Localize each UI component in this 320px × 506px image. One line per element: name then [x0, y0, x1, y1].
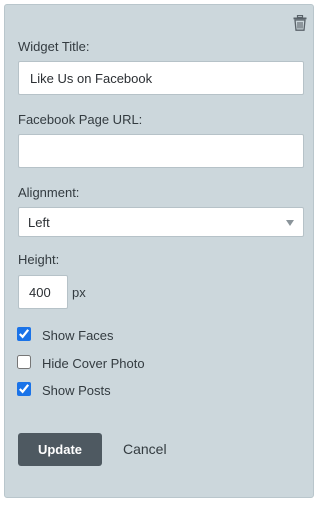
alignment-select[interactable]: Left — [18, 207, 304, 237]
alignment-label: Alignment: — [18, 185, 80, 200]
trash-icon[interactable] — [293, 14, 307, 31]
page-url-input[interactable] — [18, 134, 304, 168]
update-button[interactable]: Update — [18, 433, 102, 466]
hide-cover-photo-label: Hide Cover Photo — [42, 356, 145, 371]
show-faces-label: Show Faces — [42, 328, 114, 343]
hide-cover-photo-checkbox[interactable] — [17, 355, 31, 369]
height-label: Height: — [18, 252, 60, 267]
chevron-down-icon — [286, 220, 294, 226]
widget-title-input[interactable] — [18, 61, 304, 95]
cancel-button[interactable]: Cancel — [123, 441, 167, 457]
height-input[interactable] — [18, 275, 68, 309]
show-posts-label: Show Posts — [42, 383, 111, 398]
show-posts-checkbox[interactable] — [17, 382, 31, 396]
height-unit-label: px — [72, 285, 86, 300]
widget-settings-panel: Widget Title: Facebook Page URL: Alignme… — [4, 4, 314, 498]
page-url-label: Facebook Page URL: — [18, 112, 143, 127]
widget-title-label: Widget Title: — [18, 39, 90, 54]
show-faces-checkbox[interactable] — [17, 327, 31, 341]
alignment-selected-value: Left — [28, 215, 50, 230]
